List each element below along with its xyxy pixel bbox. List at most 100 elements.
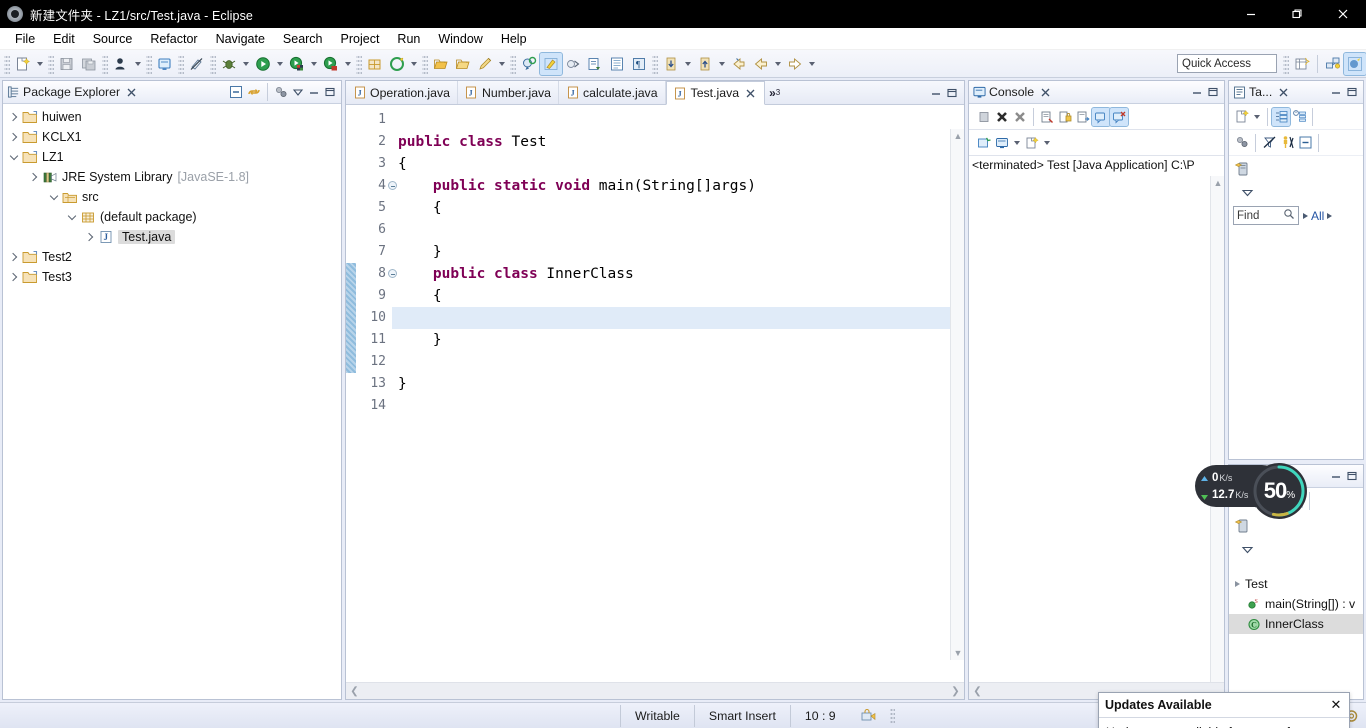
scheduled-presentation-icon[interactable] xyxy=(1290,108,1308,126)
console-close-icon[interactable] xyxy=(1039,86,1052,99)
menu-search[interactable]: Search xyxy=(274,30,332,48)
maximize-panel-icon[interactable] xyxy=(1344,84,1360,100)
status-bar-grip[interactable] xyxy=(889,707,895,724)
view-menu-filter-icon[interactable] xyxy=(272,83,290,101)
run-last-tool-icon[interactable] xyxy=(320,53,342,75)
new-task-dropdown-icon[interactable] xyxy=(1251,106,1263,128)
maximize-panel-icon[interactable] xyxy=(322,84,338,100)
show-console-on-output-icon[interactable] xyxy=(1074,108,1092,126)
chevron-right-icon[interactable] xyxy=(27,169,41,185)
toggle-mark-occurrences-icon[interactable] xyxy=(186,53,208,75)
new-wizard-icon[interactable] xyxy=(12,53,34,75)
toolbar-grip-4[interactable] xyxy=(146,53,152,74)
display-selected-console-icon[interactable] xyxy=(1038,108,1056,126)
toolbar-grip-2[interactable] xyxy=(48,53,54,74)
save-all-icon[interactable] xyxy=(78,53,100,75)
terminate-icon[interactable] xyxy=(993,108,1011,126)
minimize-panel-icon[interactable] xyxy=(1328,84,1344,100)
menu-edit[interactable]: Edit xyxy=(44,30,84,48)
editor-vertical-scrollbar[interactable]: ▲ ▼ xyxy=(950,129,964,660)
chevron-right-icon[interactable] xyxy=(7,249,21,265)
toolbar-grip-10[interactable] xyxy=(652,53,658,74)
chevron-right-icon[interactable] xyxy=(83,229,97,245)
previous-member-dropdown-icon[interactable] xyxy=(716,53,728,75)
toolbar-grip[interactable] xyxy=(4,53,10,74)
tree-item-test-java[interactable]: J Test.java xyxy=(3,227,341,247)
save-icon[interactable] xyxy=(56,53,78,75)
coverage-dropdown-icon[interactable] xyxy=(308,53,320,75)
toggle-block-selection-icon[interactable] xyxy=(606,53,628,75)
toolbar-grip-11[interactable] xyxy=(1283,53,1289,74)
maximize-editor-icon[interactable] xyxy=(944,85,960,101)
toolbar-grip-9[interactable] xyxy=(510,53,516,74)
tree-item-default-package[interactable]: (default package) xyxy=(3,207,341,227)
maximize-panel-icon[interactable] xyxy=(1205,84,1221,100)
next-member-dropdown-icon[interactable] xyxy=(682,53,694,75)
new-package-icon[interactable] xyxy=(364,53,386,75)
editor-tab-test-java[interactable]: J Test.java xyxy=(665,81,766,105)
view-menu-icon[interactable] xyxy=(1239,184,1255,200)
back-icon[interactable] xyxy=(750,53,772,75)
run-last-dropdown-icon[interactable] xyxy=(342,53,354,75)
coverage-icon[interactable] xyxy=(286,53,308,75)
editor-tab-calculate-java[interactable]: J calculate.java xyxy=(559,81,666,104)
scroll-lock-icon[interactable] xyxy=(1056,108,1074,126)
external-tools-dropdown-icon[interactable] xyxy=(408,53,420,75)
new-task-icon[interactable] xyxy=(1233,108,1251,126)
minimize-panel-icon[interactable] xyxy=(306,84,322,100)
menu-refactor[interactable]: Refactor xyxy=(141,30,206,48)
task-list-close-icon[interactable] xyxy=(1277,86,1290,99)
minimize-panel-icon[interactable] xyxy=(1328,468,1344,484)
task-find-input[interactable]: Find xyxy=(1233,206,1299,225)
back-dropdown-icon[interactable] xyxy=(772,53,784,75)
minimize-button[interactable] xyxy=(1228,0,1274,28)
menu-run[interactable]: Run xyxy=(388,30,429,48)
new-console-icon[interactable] xyxy=(1023,134,1041,152)
maximize-button[interactable] xyxy=(1274,0,1320,28)
chevron-right-icon[interactable] xyxy=(1235,581,1240,587)
close-icon[interactable]: ✕ xyxy=(1329,697,1343,713)
view-menu-icon[interactable] xyxy=(1239,541,1255,557)
tree-item-test2[interactable]: Test2 xyxy=(3,247,341,267)
new-console-view-icon[interactable] xyxy=(975,134,993,152)
clear-console-icon[interactable] xyxy=(975,108,993,126)
outline-item-test[interactable]: Test xyxy=(1229,574,1363,594)
open-type-icon[interactable] xyxy=(430,53,452,75)
link-with-editor-icon[interactable] xyxy=(245,83,263,101)
toolbar-grip-5[interactable] xyxy=(178,53,184,74)
run-dropdown-icon[interactable] xyxy=(274,53,286,75)
skip-breakpoints-dropdown-icon[interactable] xyxy=(132,53,144,75)
previous-member-icon[interactable] xyxy=(694,53,716,75)
java-perspective-icon[interactable] xyxy=(539,51,563,76)
menu-window[interactable]: Window xyxy=(429,30,491,48)
code-editor[interactable]: 1 2 3 4 5 6 7 8 9 10 11 12 13 14 public … xyxy=(346,105,964,678)
open-resource-icon[interactable] xyxy=(452,53,474,75)
new-java-class-icon[interactable] xyxy=(154,53,176,75)
editor-tab-number-java[interactable]: J Number.java xyxy=(458,81,560,104)
tree-item-huiwen[interactable]: huiwen xyxy=(3,107,341,127)
show-whitespace-icon[interactable]: ¶ xyxy=(628,53,650,75)
debug-dropdown-icon[interactable] xyxy=(240,53,252,75)
tree-item-lz1[interactable]: LZ1 xyxy=(3,147,341,167)
outline-item-main-method[interactable]: S main(String[]) : v xyxy=(1229,594,1363,614)
console-vertical-scrollbar[interactable]: ▲ xyxy=(1210,176,1224,682)
scroll-down-icon[interactable]: ▼ xyxy=(951,646,964,660)
scroll-up-icon[interactable]: ▲ xyxy=(1211,176,1225,190)
minimize-panel-icon[interactable] xyxy=(1189,84,1205,100)
scroll-right-icon[interactable]: ❯ xyxy=(947,683,964,700)
forward-dropdown-icon[interactable] xyxy=(806,53,818,75)
forward-icon[interactable] xyxy=(784,53,806,75)
menu-source[interactable]: Source xyxy=(84,30,142,48)
editor-tab-close-icon[interactable] xyxy=(744,87,757,100)
toolbar-grip-3[interactable] xyxy=(102,53,108,74)
pencil-icon[interactable] xyxy=(474,53,496,75)
task-filter-all[interactable]: All xyxy=(1303,209,1333,223)
close-button[interactable] xyxy=(1320,0,1366,28)
tree-item-jre-system-library[interactable]: JRE System Library [JavaSE-1.8] xyxy=(3,167,341,187)
next-annotation-icon[interactable] xyxy=(562,53,584,75)
java-ee-perspective-icon[interactable] xyxy=(1322,53,1344,75)
quick-access-input[interactable]: Quick Access xyxy=(1177,54,1277,73)
updates-available-notification[interactable]: Updates Available ✕ Updates are availabl… xyxy=(1098,692,1350,728)
synchronize-icon[interactable] xyxy=(1233,134,1251,152)
scroll-left-icon[interactable]: ❮ xyxy=(346,683,363,700)
